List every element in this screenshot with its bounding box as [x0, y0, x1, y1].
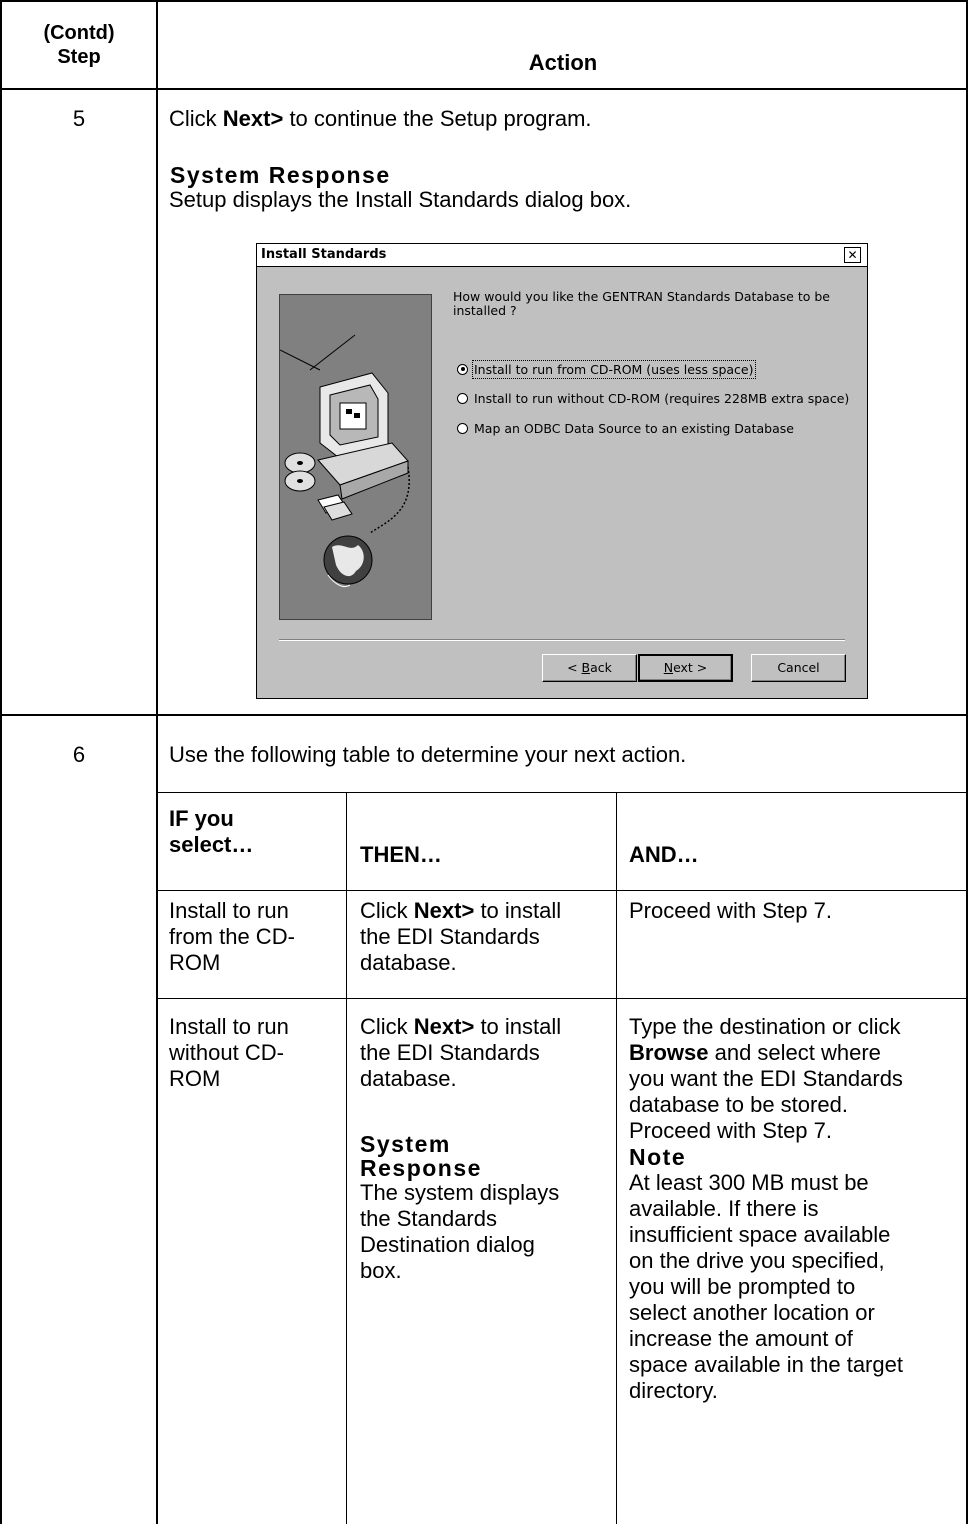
- option-no-cdrom[interactable]: Install to run without CD-ROM (requires …: [457, 390, 849, 406]
- step-number-6: 6: [72, 742, 86, 767]
- row2-and: Type the destination or click Browse and…: [629, 1014, 903, 1143]
- step6-intro: Use the following table to determine you…: [169, 742, 687, 767]
- dialog-title-bar: Install Standards ✕: [257, 244, 867, 267]
- action-column-header: Action: [528, 50, 598, 75]
- if-column-header: IF you select…: [169, 806, 254, 857]
- next-button[interactable]: Next >: [638, 654, 733, 682]
- option-label: Map an ODBC Data Source to an existing D…: [474, 420, 794, 436]
- note-text: At least 300 MB must be available. If th…: [629, 1170, 903, 1403]
- option-label: Install to run from CD-ROM (uses less sp…: [472, 359, 756, 379]
- step-number-5: 5: [72, 106, 86, 131]
- radio-button[interactable]: [457, 392, 468, 404]
- row1-then: Click Next> to install the EDI Standards…: [360, 898, 562, 975]
- and-column-header: AND…: [629, 842, 699, 867]
- row2-then: Click Next> to install the EDI Standards…: [360, 1014, 562, 1091]
- then-column-header: THEN…: [360, 842, 442, 867]
- radio-button[interactable]: [457, 363, 468, 375]
- step5-instruction: Click Next> to continue the Setup progra…: [169, 106, 592, 131]
- option-cdrom[interactable]: Install to run from CD-ROM (uses less sp…: [457, 359, 756, 379]
- dialog-question: How would you like the GENTRAN Standards…: [453, 289, 830, 318]
- dialog-separator: [279, 639, 845, 641]
- back-button[interactable]: < Back: [542, 654, 637, 682]
- install-standards-dialog: Install Standards ✕ How would you like t…: [256, 243, 868, 699]
- note-heading: Note: [629, 1144, 687, 1170]
- row2-system-response-heading: System Response: [360, 1131, 482, 1181]
- radio-button[interactable]: [457, 422, 468, 434]
- dialog-title: Install Standards: [261, 247, 387, 262]
- close-icon[interactable]: ✕: [844, 247, 861, 263]
- setup-computer-illustration: [279, 294, 432, 620]
- row1-and: Proceed with Step 7.: [629, 898, 833, 923]
- row1-if: Install to run from the CD- ROM: [169, 898, 295, 975]
- step-column-header: (Contd) Step: [43, 22, 115, 68]
- system-response-text: Setup displays the Install Standards dia…: [169, 187, 632, 212]
- option-label: Install to run without CD-ROM (requires …: [474, 390, 850, 406]
- option-odbc[interactable]: Map an ODBC Data Source to an existing D…: [457, 420, 794, 436]
- system-response-heading: System Response: [170, 162, 391, 188]
- cancel-button[interactable]: Cancel: [751, 654, 846, 682]
- row2-if: Install to run without CD- ROM: [169, 1014, 289, 1091]
- row2-system-response-text: The system displays the Standards Destin…: [360, 1180, 560, 1283]
